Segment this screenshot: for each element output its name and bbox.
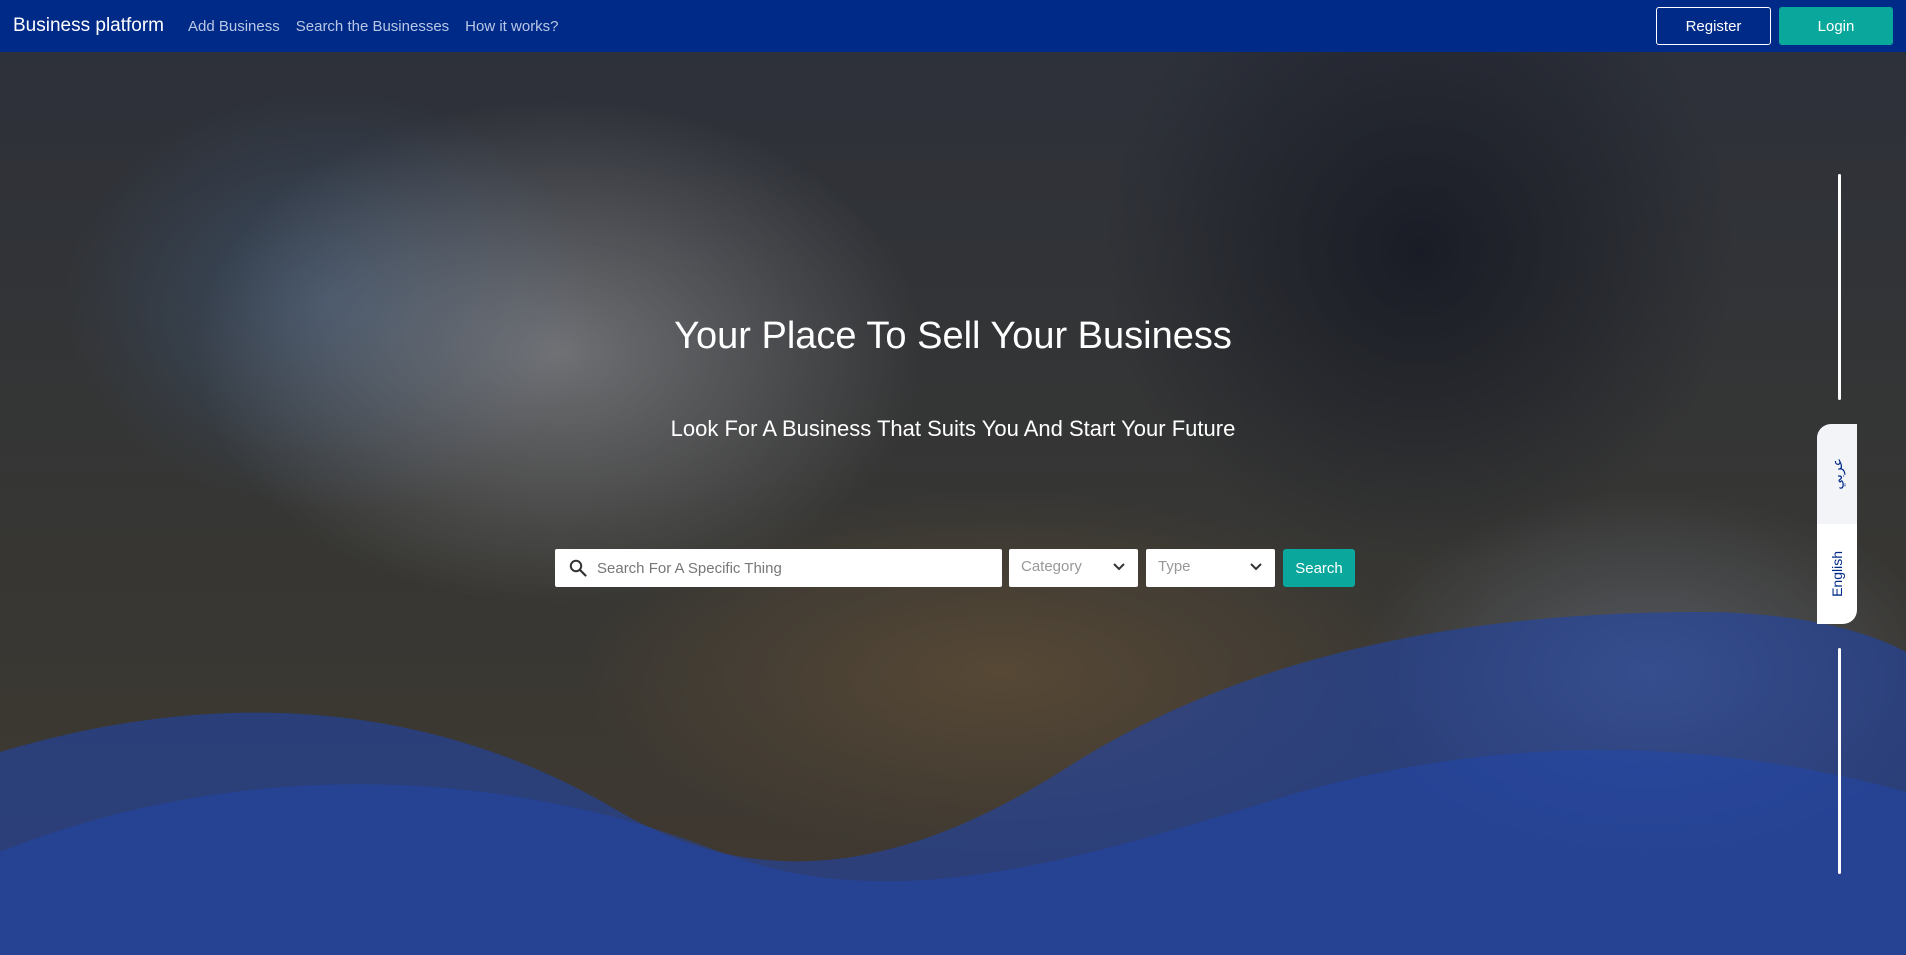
category-select-label: Category — [1021, 557, 1082, 575]
language-arabic-label: عربي — [1829, 458, 1845, 490]
nav-actions: Register Login — [1656, 7, 1893, 45]
top-navbar: Business platform Add Business Search th… — [0, 0, 1906, 52]
nav-link-search-businesses[interactable]: Search the Businesses — [296, 18, 449, 35]
language-english-label: English — [1829, 551, 1845, 597]
decorative-wave — [0, 612, 1906, 955]
category-select[interactable]: Category — [1009, 549, 1138, 587]
chevron-down-icon — [1249, 559, 1263, 577]
nav-link-how-it-works[interactable]: How it works? — [465, 18, 558, 35]
type-select[interactable]: Type — [1146, 549, 1275, 587]
nav-link-add-business[interactable]: Add Business — [188, 18, 280, 35]
search-field[interactable] — [555, 549, 1002, 587]
search-icon — [569, 559, 587, 577]
brand-logo-text[interactable]: Business platform — [13, 15, 164, 37]
chevron-down-icon — [1112, 559, 1126, 577]
register-button[interactable]: Register — [1656, 7, 1771, 45]
type-select-label: Type — [1158, 557, 1191, 575]
language-rail-top — [1838, 174, 1841, 400]
login-button[interactable]: Login — [1779, 7, 1893, 45]
hero-subtitle: Look For A Business That Suits You And S… — [670, 416, 1236, 441]
search-button[interactable]: Search — [1283, 549, 1355, 587]
language-rail-bottom — [1838, 648, 1841, 874]
hero-section: Your Place To Sell Your Business Look Fo… — [0, 52, 1906, 955]
language-tab-english[interactable]: English — [1817, 524, 1857, 624]
language-tab-arabic[interactable]: عربي — [1817, 424, 1857, 524]
hero-title: Your Place To Sell Your Business — [674, 315, 1232, 357]
search-input[interactable] — [597, 559, 977, 577]
